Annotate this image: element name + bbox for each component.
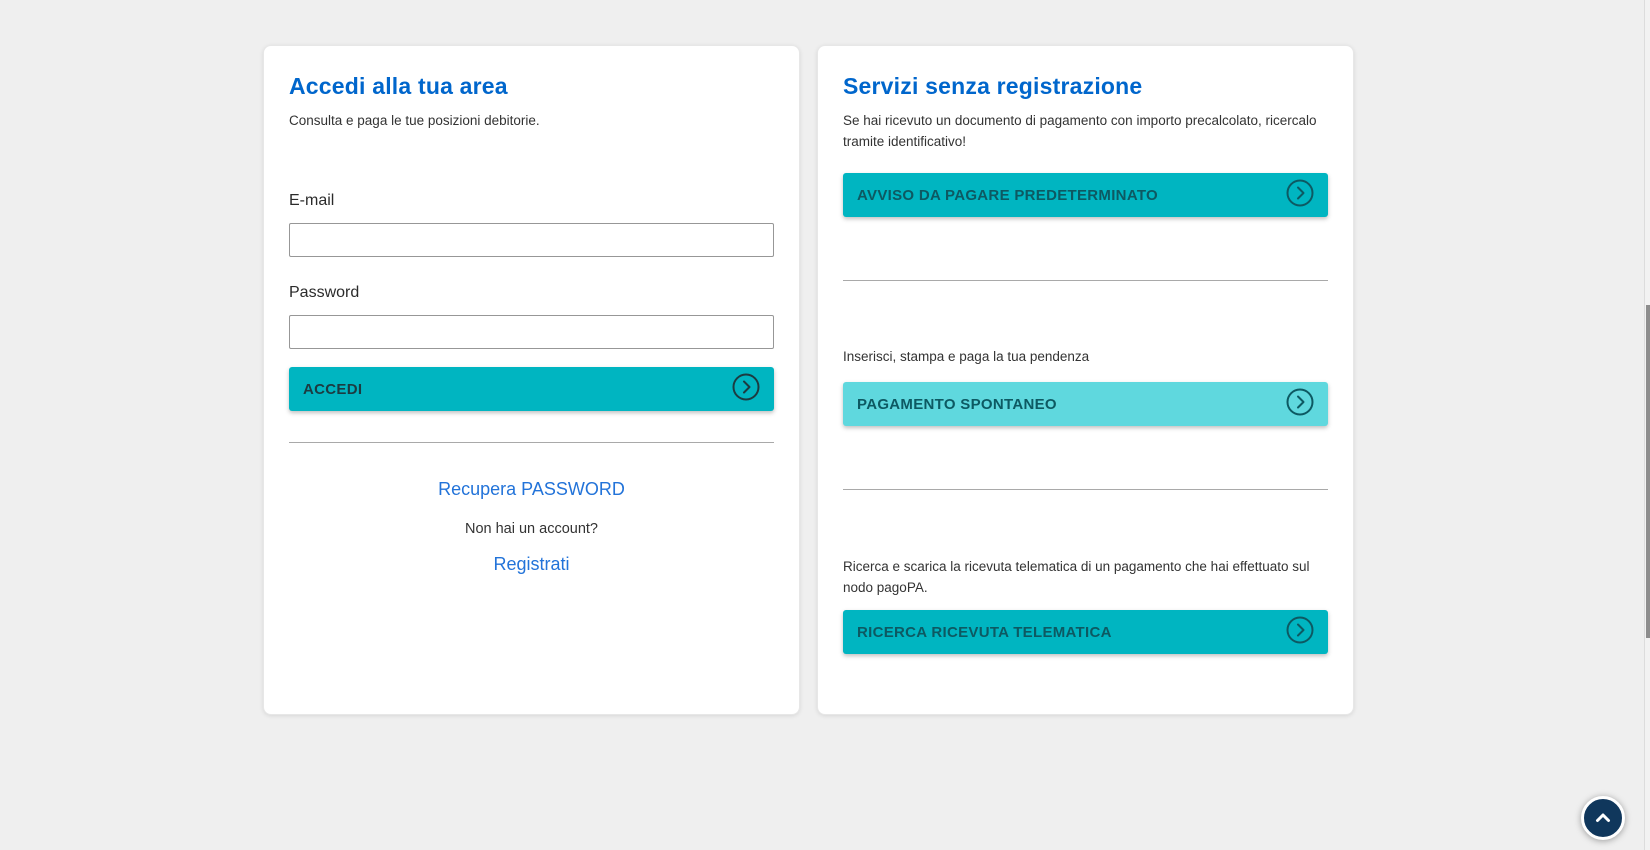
chevron-up-icon: [1592, 807, 1614, 829]
services-card-title: Servizi senza registrazione: [843, 72, 1328, 100]
ricerca-ricevuta-label: RICERCA RICEVUTA TELEMATICA: [857, 624, 1112, 641]
spontaneo-description: Inserisci, stampa e paga la tua pendenza: [843, 346, 1328, 367]
chevron-right-circle-icon: [1285, 178, 1315, 212]
scrollbar-track[interactable]: [1644, 0, 1650, 850]
ricevuta-description: Ricerca e scarica la ricevuta telematica…: [843, 556, 1328, 598]
avviso-predeterminato-label: AVVISO DA PAGARE PREDETERMINATO: [857, 187, 1158, 204]
email-field[interactable]: [289, 223, 774, 257]
services-divider: [843, 280, 1328, 281]
login-card: Accedi alla tua area Consulta e paga le …: [263, 45, 800, 715]
chevron-right-circle-icon: [1285, 387, 1315, 421]
avviso-predeterminato-button[interactable]: AVVISO DA PAGARE PREDETERMINATO: [843, 173, 1328, 217]
services-divider: [843, 489, 1328, 490]
ricerca-ricevuta-button[interactable]: RICERCA RICEVUTA TELEMATICA: [843, 610, 1328, 654]
pagamento-spontaneo-label: PAGAMENTO SPONTANEO: [857, 396, 1057, 413]
no-account-text: Non hai un account?: [289, 521, 774, 537]
login-button-label: ACCEDI: [303, 381, 362, 398]
login-card-subtitle: Consulta e paga le tue posizioni debitor…: [289, 110, 774, 131]
chevron-right-circle-icon: [731, 372, 761, 406]
scroll-to-top-button[interactable]: [1581, 796, 1625, 840]
login-card-title: Accedi alla tua area: [289, 72, 774, 100]
password-label: Password: [289, 283, 774, 303]
services-card-subtitle: Se hai ricevuto un documento di pagament…: [843, 110, 1328, 152]
login-button[interactable]: ACCEDI: [289, 367, 774, 411]
services-card: Servizi senza registrazione Se hai ricev…: [817, 45, 1354, 715]
pagamento-spontaneo-button[interactable]: PAGAMENTO SPONTANEO: [843, 382, 1328, 426]
recover-password-link[interactable]: Recupera PASSWORD: [438, 479, 625, 500]
chevron-right-circle-icon: [1285, 615, 1315, 649]
email-label: E-mail: [289, 191, 774, 211]
password-field[interactable]: [289, 315, 774, 349]
scrollbar-thumb[interactable]: [1646, 305, 1650, 638]
register-link[interactable]: Registrati: [493, 554, 569, 575]
